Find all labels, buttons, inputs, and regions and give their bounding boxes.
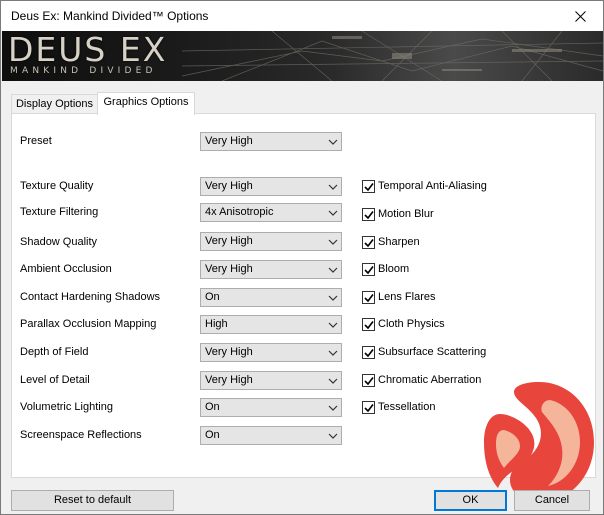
logo-subtitle: MANKIND DIVIDED bbox=[10, 66, 157, 76]
checkmark-icon bbox=[364, 239, 374, 248]
reset-to-default-button[interactable]: Reset to default bbox=[11, 490, 174, 511]
bloom-label: Bloom bbox=[378, 263, 410, 275]
shadow-quality-label: Shadow Quality bbox=[20, 236, 98, 248]
checkmark-icon bbox=[364, 349, 374, 358]
preset-label: Preset bbox=[20, 135, 52, 147]
temporal-anti-aliasing-label: Temporal Anti-Aliasing bbox=[378, 180, 487, 192]
level-of-detail-dropdown[interactable]: Very High bbox=[200, 371, 342, 390]
texture-quality-dropdown[interactable]: Very High bbox=[200, 177, 342, 196]
preset-dropdown[interactable]: Very High bbox=[200, 132, 342, 151]
contact-hardening-shadows-label: Contact Hardening Shadows bbox=[20, 291, 161, 303]
preset-value: Very High bbox=[205, 135, 253, 147]
ambient-occlusion-label: Ambient Occlusion bbox=[20, 263, 112, 275]
screenspace-reflections-dropdown[interactable]: On bbox=[200, 426, 342, 445]
window-title: Deus Ex: Mankind Divided™ Options bbox=[11, 9, 209, 23]
cancel-button[interactable]: Cancel bbox=[514, 490, 590, 511]
close-icon bbox=[574, 10, 586, 22]
texture-filtering-dropdown[interactable]: 4x Anisotropic bbox=[200, 203, 342, 222]
parallax-occlusion-mapping-dropdown[interactable]: High bbox=[200, 315, 342, 334]
logo-title: DEUS EX bbox=[8, 31, 168, 69]
screenspace-reflections-label: Screenspace Reflections bbox=[20, 429, 142, 441]
chevron-down-icon bbox=[328, 295, 338, 301]
checkmark-icon bbox=[364, 266, 374, 275]
checkmark-icon bbox=[364, 377, 374, 386]
close-button[interactable] bbox=[557, 1, 603, 31]
contact-hardening-shadows-value: On bbox=[205, 291, 220, 303]
depth-of-field-value: Very High bbox=[205, 346, 253, 358]
volumetric-lighting-value: On bbox=[205, 401, 220, 413]
chevron-down-icon bbox=[328, 378, 338, 384]
ambient-occlusion-dropdown[interactable]: Very High bbox=[200, 260, 342, 279]
logo-icon bbox=[484, 382, 594, 502]
subsurface-scattering-label: Subsurface Scattering bbox=[378, 346, 487, 358]
sharpen-label: Sharpen bbox=[378, 236, 420, 248]
texture-filtering-label: Texture Filtering bbox=[20, 206, 99, 218]
tab-display-options[interactable]: Display Options bbox=[11, 94, 98, 115]
depth-of-field-dropdown[interactable]: Very High bbox=[200, 343, 342, 362]
level-of-detail-value: Very High bbox=[205, 374, 253, 386]
chevron-down-icon bbox=[328, 239, 338, 245]
chevron-down-icon bbox=[328, 350, 338, 356]
parallax-occlusion-mapping-value: High bbox=[205, 318, 228, 330]
ambient-occlusion-value: Very High bbox=[205, 263, 253, 275]
banner-artwork bbox=[182, 31, 603, 81]
chevron-down-icon bbox=[328, 433, 338, 439]
options-window: Deus Ex: Mankind Divided™ Options DEUS E… bbox=[0, 0, 604, 515]
texture-quality-value: Very High bbox=[205, 180, 253, 192]
volumetric-lighting-label: Volumetric Lighting bbox=[20, 401, 113, 413]
volumetric-lighting-dropdown[interactable]: On bbox=[200, 398, 342, 417]
checkmark-icon bbox=[364, 404, 374, 413]
lens-flares-label: Lens Flares bbox=[378, 291, 436, 303]
chromatic-aberration-label: Chromatic Aberration bbox=[378, 374, 482, 386]
tessellation-label: Tessellation bbox=[378, 401, 436, 413]
game-logo: DEUS EX MANKIND DIVIDED bbox=[8, 31, 208, 81]
chevron-down-icon bbox=[328, 139, 338, 145]
title-bar: Deus Ex: Mankind Divided™ Options bbox=[1, 1, 603, 31]
chevron-down-icon bbox=[328, 405, 338, 411]
game-banner: DEUS EX MANKIND DIVIDED bbox=[2, 31, 603, 81]
shadow-quality-dropdown[interactable]: Very High bbox=[200, 232, 342, 251]
chevron-down-icon bbox=[328, 267, 338, 273]
level-of-detail-label: Level of Detail bbox=[20, 374, 90, 386]
texture-filtering-value: 4x Anisotropic bbox=[205, 206, 274, 218]
chevron-down-icon bbox=[328, 322, 338, 328]
tab-graphics-options[interactable]: Graphics Options bbox=[97, 92, 195, 115]
motion-blur-label: Motion Blur bbox=[378, 208, 434, 220]
texture-quality-label: Texture Quality bbox=[20, 180, 94, 192]
checkmark-icon bbox=[364, 211, 374, 220]
depth-of-field-label: Depth of Field bbox=[20, 346, 89, 358]
checkmark-icon bbox=[364, 183, 374, 192]
chevron-down-icon bbox=[328, 184, 338, 190]
parallax-occlusion-mapping-label: Parallax Occlusion Mapping bbox=[20, 318, 157, 330]
ok-button[interactable]: OK bbox=[434, 490, 507, 511]
screenspace-reflections-value: On bbox=[205, 429, 220, 441]
checkmark-icon bbox=[364, 294, 374, 303]
chevron-down-icon bbox=[328, 210, 338, 216]
cloth-physics-label: Cloth Physics bbox=[378, 318, 445, 330]
contact-hardening-shadows-dropdown[interactable]: On bbox=[200, 288, 342, 307]
checkmark-icon bbox=[364, 321, 374, 330]
shadow-quality-value: Very High bbox=[205, 235, 253, 247]
